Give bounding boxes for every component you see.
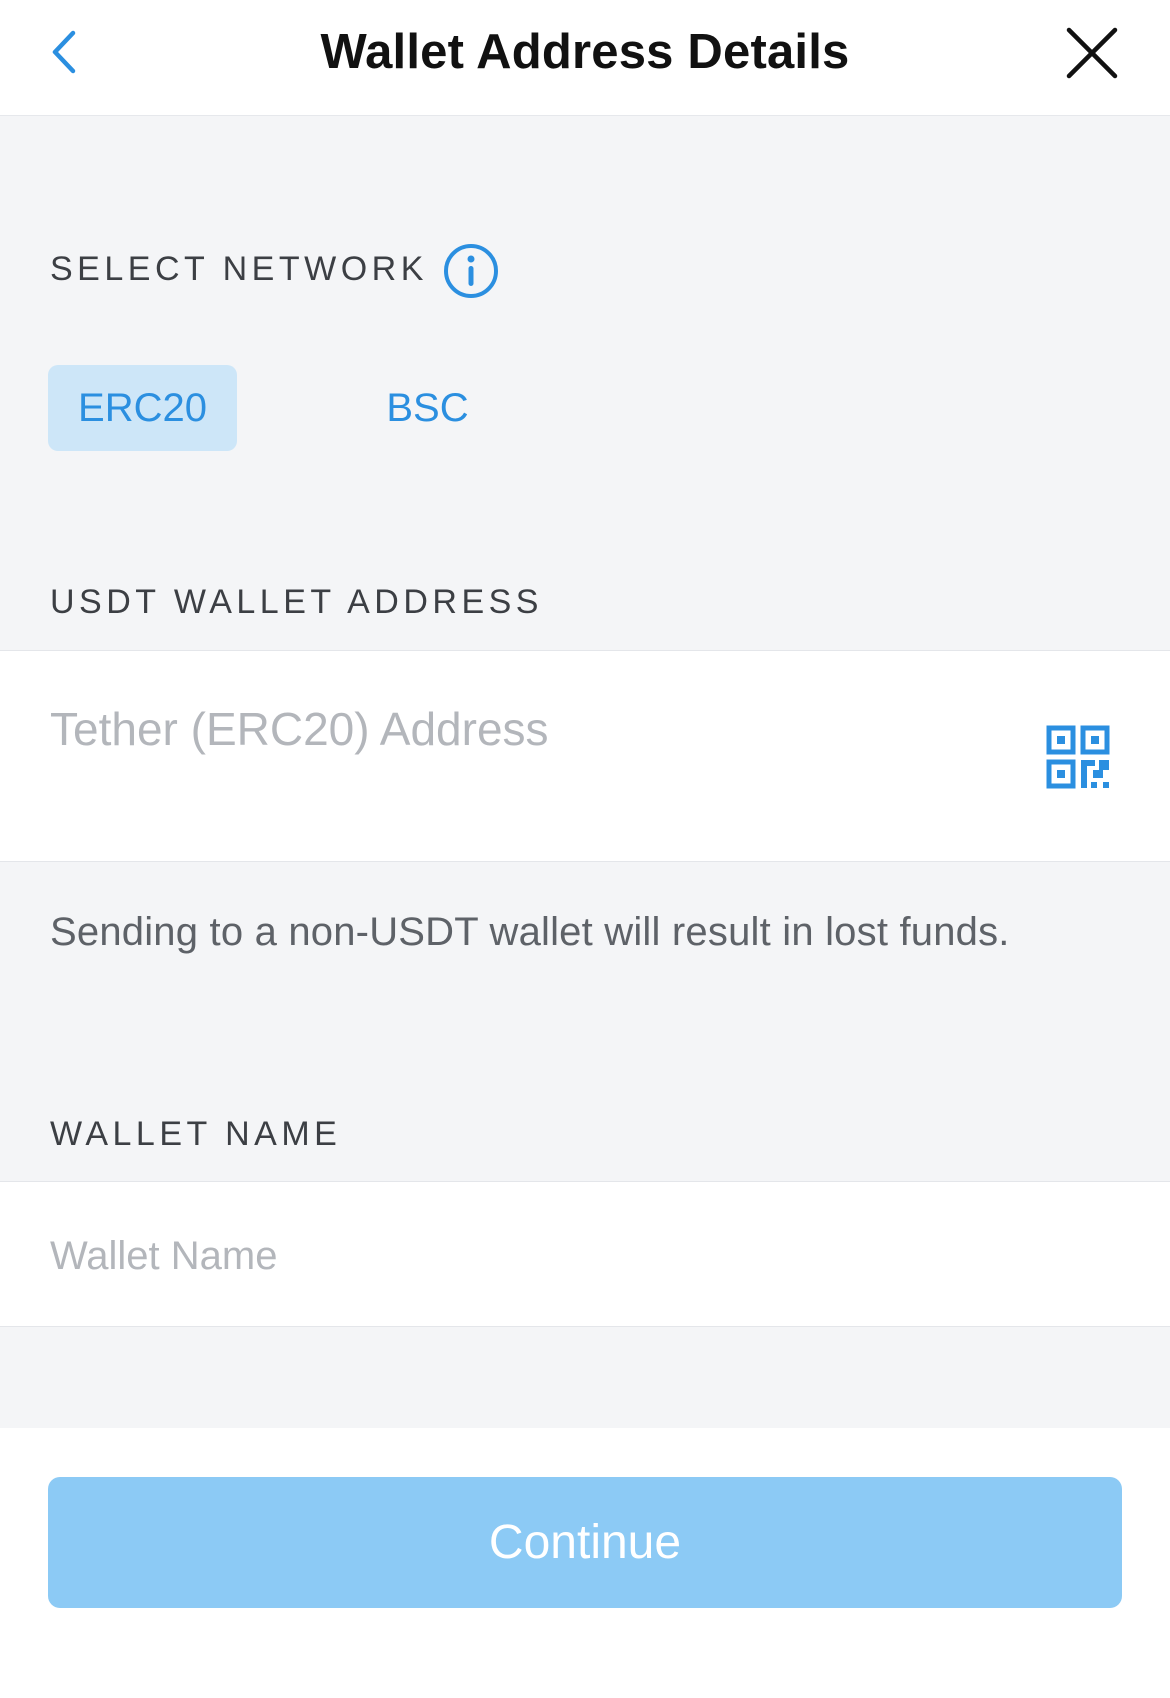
wallet-address-input[interactable] [50, 699, 1010, 759]
continue-button[interactable]: Continue [48, 1477, 1122, 1608]
select-network-label: SELECT NETWORK [50, 250, 428, 288]
network-tab-erc20[interactable]: ERC20 [48, 365, 237, 451]
usdt-wallet-address-label: USDT WALLET ADDRESS [50, 583, 543, 621]
wallet-name-label: WALLET NAME [50, 1115, 342, 1153]
wallet-name-input[interactable] [50, 1228, 1110, 1284]
info-icon[interactable] [443, 243, 499, 299]
close-button[interactable] [1060, 22, 1124, 84]
nav-header: Wallet Address Details [0, 0, 1170, 116]
address-warning-text: Sending to a non-USDT wallet will result… [50, 910, 1010, 954]
close-icon [1066, 27, 1118, 79]
network-tab-bsc[interactable]: BSC [360, 365, 495, 451]
wallet-name-field-row [0, 1181, 1170, 1327]
page-title: Wallet Address Details [320, 25, 850, 79]
address-field-row [0, 650, 1170, 862]
qr-code-icon[interactable] [1046, 725, 1110, 789]
